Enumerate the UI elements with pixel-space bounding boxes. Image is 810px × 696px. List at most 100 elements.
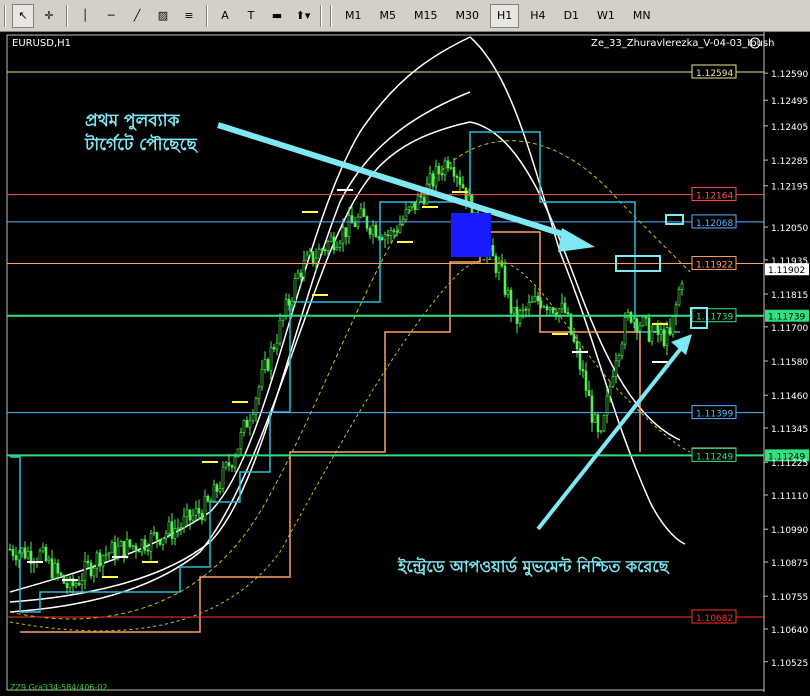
candle-body [653,324,657,332]
candle-body [503,265,507,295]
timeframe-h4-button[interactable]: H4 [523,4,552,28]
candle-body [263,359,267,370]
candle-body [536,296,540,302]
scale-label: 1.11935 [771,257,808,267]
timeframe-mn-button[interactable]: MN [626,4,658,28]
candle-body [92,567,96,577]
candle-body [77,583,81,586]
candle-body [221,466,225,490]
crosshair-icon[interactable]: ✛ [38,4,60,28]
candle-body [23,547,27,559]
trendline-icon[interactable]: ╱ [126,4,148,28]
candle-body [257,386,261,400]
scale-label: 1.11580 [771,358,808,368]
candle-body [380,237,384,241]
timeframe-m5-button[interactable]: M5 [373,4,404,28]
candle-body [458,177,462,185]
candle-body [512,307,516,314]
candle-body [539,300,543,308]
candle-body [299,272,303,278]
candle-body [56,562,60,574]
candle-body [26,550,30,559]
candle-body [59,572,63,576]
candle-body [506,290,510,295]
scale-label: 1.11815 [771,291,808,301]
candle-body [38,550,42,562]
candle-body [461,184,465,189]
candle-body [431,173,435,187]
candle-body [680,282,684,290]
candle-body [455,175,459,178]
candle-body [434,166,438,187]
candle-body [326,241,330,251]
arrows-dropdown-icon[interactable]: ⬆▾ [292,4,314,28]
timeframe-d1-button[interactable]: D1 [557,4,586,28]
candle-body [47,558,51,561]
candle-body [404,209,408,220]
candle-body [173,528,177,539]
candle-body [266,359,270,371]
price-scale[interactable]: 1.12590 1.12495 1.12405 1.12285 1.12195 1.120… [763,32,808,692]
candle-body [530,301,534,303]
candle-body [452,167,456,177]
candle-body [533,296,537,302]
scale-label: 1.12050 [771,224,808,234]
candle-body [443,160,447,176]
candle-body [83,560,87,581]
candle-body [161,537,165,545]
candle-body [416,195,420,210]
candle-body [329,236,333,242]
channel-icon[interactable]: ▨ [152,4,174,28]
candle-body [662,329,666,346]
candle-body [644,316,648,319]
candle-body [446,160,450,169]
timeframe-m1-button[interactable]: M1 [338,4,369,28]
cursor-icon[interactable]: ↖ [12,3,34,28]
toolbar-separator [320,4,322,27]
candle-body [188,509,192,521]
candle-body [419,195,423,198]
text-label-icon[interactable]: T [240,4,262,28]
candle-body [611,376,615,387]
candle-body [353,222,357,227]
candle-body [335,247,339,250]
candle-body [239,432,243,450]
timeframe-h1-button[interactable]: H1 [490,3,520,28]
candle-body [377,236,381,239]
text-icon[interactable]: A [214,4,236,28]
vertical-line-icon[interactable]: │ [74,4,96,28]
candle-body [608,386,612,397]
current-price-label: 1.11902 [768,266,805,276]
candle-body [203,495,207,521]
rectangle-icon[interactable]: ▬ [266,4,288,28]
candle-body [128,539,132,547]
candle-body [668,327,672,335]
candle-body [248,420,252,428]
candle-body [191,514,195,521]
timeframe-m30-button[interactable]: M30 [449,4,487,28]
candle-body [650,330,654,342]
candle-body [422,196,426,205]
zigzag-label: ZZ9 Gra334-584/406-02 [10,683,107,692]
candle-body [146,549,150,552]
candle-body [95,552,99,569]
price-chart[interactable]: 1.12594 1.12164 1.12068 1.11922 1.11739 1.117… [0,32,810,692]
candle-body [287,298,291,306]
candle-body [281,316,285,321]
level-tag-label: 1.12164 [696,192,733,202]
candle-body [647,317,651,342]
fibonacci-icon[interactable]: ≡ [178,4,200,28]
timeframe-m15-button[interactable]: M15 [407,4,445,28]
candle-body [518,310,522,324]
candle-body [17,552,21,561]
candle-body [341,227,345,244]
candle-body [560,302,564,310]
candle-body [569,313,573,335]
candle-body [50,558,54,579]
candle-body [125,539,129,558]
candle-body [185,509,189,518]
candle-body [20,547,24,554]
timeframe-w1-button[interactable]: W1 [590,4,622,28]
scale-label: 1.11110 [771,492,808,502]
horizontal-line-icon[interactable]: ─ [100,4,122,28]
